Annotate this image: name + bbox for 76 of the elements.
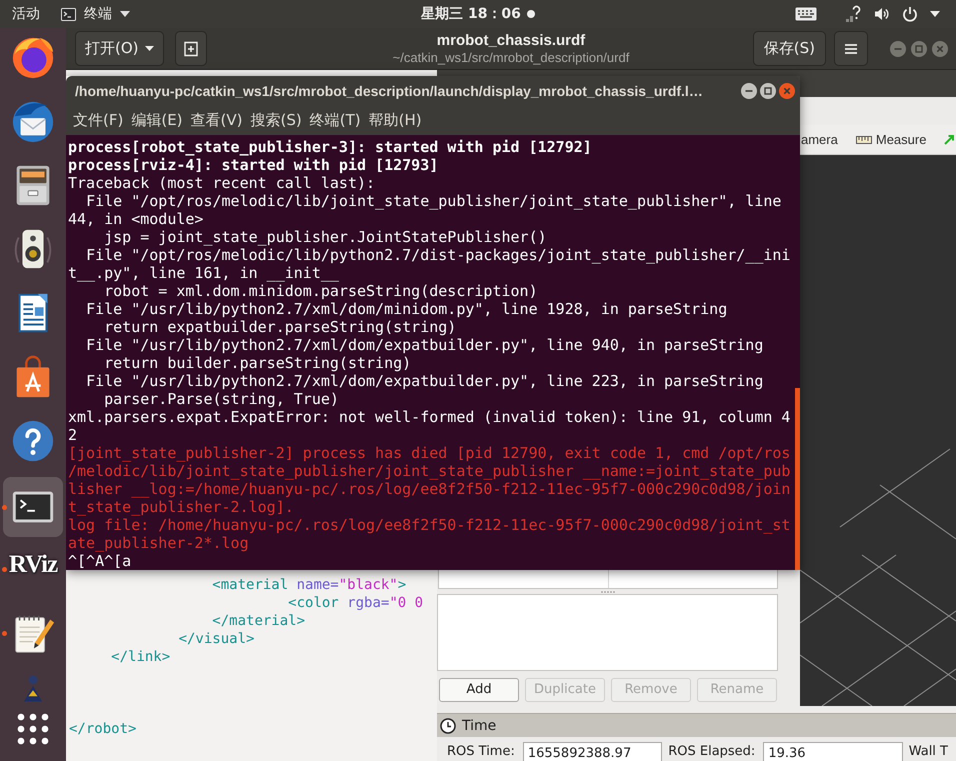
menu-item[interactable]: 文件(F) xyxy=(73,111,124,130)
terminal-output-line: File "/usr/lib/python2.7/xml/dom/expatbuilder.py", line 223, in parseString xyxy=(86,372,764,390)
terminal-output-line: xml.parsers.expat.ExpatError: not well-formed (invalid token): line 91, column 4 xyxy=(68,408,790,426)
dock-item[interactable] xyxy=(3,477,63,537)
terminal-output-line: t__.py", line 161, in __init__ xyxy=(68,264,339,282)
terminal-output-line: Traceback (most recent call last): xyxy=(68,174,376,192)
terminal-output-line: parser.Parse(string, True) xyxy=(104,390,339,408)
code-line: <color rgba="0 0 xyxy=(288,595,424,611)
code-line: </link> xyxy=(111,649,170,665)
scrollbar-thumb[interactable] xyxy=(795,388,800,570)
terminal-output-line: process[rviz-4]: started with pid [12793] xyxy=(68,156,438,174)
code-line: <material name="black"> xyxy=(212,577,406,593)
code-line: </robot> xyxy=(69,721,136,737)
caret-icon xyxy=(120,11,130,17)
new-document-icon xyxy=(182,40,199,56)
error-output-line: log file: /home/huanyu-pc/.ros/log/ee8f2f50-f212-11ec-95f7-000c290c0d98/joint_st xyxy=(68,516,790,534)
menu-icon xyxy=(844,42,858,54)
help-icon[interactable] xyxy=(10,418,56,464)
save-button[interactable]: 保存(S) xyxy=(752,31,826,66)
terminal-output-line: File "/opt/ros/melodic/lib/python2.7/dist-packages/joint_state_publisher/__ini xyxy=(86,246,790,264)
error-output-line: lisher __log:=/home/huanyu-pc/.ros/log/ee8f2f50-f212-11ec-95f7-000c290c0d98/join xyxy=(68,480,790,498)
terminal-icon xyxy=(61,8,76,20)
error-output-line: ate_publisher-2*.log xyxy=(68,534,249,552)
new-tab-button[interactable] xyxy=(174,31,207,66)
error-output-line: t_state_publisher-2.log]. xyxy=(68,498,294,516)
terminal-output-line: ^[^A^[a xyxy=(68,552,132,570)
app-grid-icon[interactable] xyxy=(17,713,49,745)
window-subtitle: ~/catkin_ws1/src/mrobot_description/urdf xyxy=(392,50,630,66)
app-menu-button[interactable]: 终端 xyxy=(61,2,130,26)
terminal-output-line: File "/usr/lib/python2.7/xml/dom/expatbuilder.py", line 940, in parseString xyxy=(86,336,764,354)
terminal-output-line: jsp = joint_state_publisher.JointStatePublisher() xyxy=(104,228,547,246)
open-button[interactable]: 打开(O) xyxy=(75,31,164,66)
toolbar-button[interactable]: amera xyxy=(801,132,838,147)
time-field[interactable]: 19.36 xyxy=(763,742,903,761)
terminal-output-line: return builder.parseString(string) xyxy=(104,354,412,372)
terminal-output-line: File "/opt/ros/melodic/lib/joint_state_publisher/joint_state_publisher", line xyxy=(86,192,782,210)
error-output-line: [joint_state_publisher-2] process has died [pid 12790, exit code 1, cmd /opt/ros xyxy=(68,444,790,462)
window-title: mrobot_chassis.urdf xyxy=(436,32,586,50)
menu-item[interactable]: 编辑(E) xyxy=(131,111,183,130)
toolbar-button[interactable]: Measure xyxy=(856,132,926,147)
minimize-icon[interactable] xyxy=(741,83,757,99)
keyboard-icon[interactable] xyxy=(795,7,817,21)
clock-icon xyxy=(440,718,456,734)
caret-icon xyxy=(144,46,154,51)
code-line: </material> xyxy=(212,613,306,629)
app-logo[interactable]: RViz xyxy=(8,550,58,580)
field-label: ROS Elapsed: xyxy=(668,743,756,761)
terminal-output-line: process[robot_state_publisher-3]: started with pid [12792] xyxy=(68,138,592,156)
code-line: </visual> xyxy=(178,631,254,647)
terminal-output-line: 44, in <module> xyxy=(68,210,204,228)
power-icon[interactable] xyxy=(902,6,918,22)
field-label: ROS Time: xyxy=(447,743,515,761)
clock-button[interactable]: 星期三 18：06 xyxy=(421,2,535,26)
menu-item[interactable]: 搜索(S) xyxy=(250,111,302,130)
error-output-line: /melodic/lib/joint_state_publisher/joint_state_publisher __name:=joint_state_pub xyxy=(68,462,790,480)
time-field[interactable]: 1655892388.97 xyxy=(522,742,662,761)
terminal-output-line: 2 xyxy=(68,426,78,444)
caret-icon[interactable] xyxy=(930,11,940,17)
terminal-output-line: return expatbuilder.parseString(string) xyxy=(104,318,456,336)
close-icon[interactable] xyxy=(779,83,795,99)
panel-button[interactable]: Add xyxy=(439,678,519,702)
activities-button[interactable]: 活动 xyxy=(12,2,40,26)
ruler-icon xyxy=(856,136,872,144)
terminal-output-line: robot = xml.dom.minidom.parseString(description) xyxy=(104,282,538,300)
maximize-icon[interactable] xyxy=(760,83,776,99)
menu-item[interactable]: 查看(V) xyxy=(190,111,242,130)
menu-item[interactable]: 帮助(H) xyxy=(368,111,422,130)
menu-button[interactable] xyxy=(834,31,868,66)
volume-icon[interactable] xyxy=(874,6,890,22)
field-label: Wall T xyxy=(908,743,948,761)
network-icon[interactable] xyxy=(845,5,862,23)
terminal-output-line: File "/usr/lib/python2.7/xml/dom/minidom.py", line 1928, in parseString xyxy=(86,300,728,318)
menu-item[interactable]: 终端(T) xyxy=(310,111,361,130)
window-title: /home/huanyu-pc/catkin_ws1/src/mrobot_description/launch/display_mrobot_chassis_urdf.l… xyxy=(75,83,704,99)
panel-title: Time xyxy=(462,718,496,734)
close-icon[interactable] xyxy=(932,40,948,56)
